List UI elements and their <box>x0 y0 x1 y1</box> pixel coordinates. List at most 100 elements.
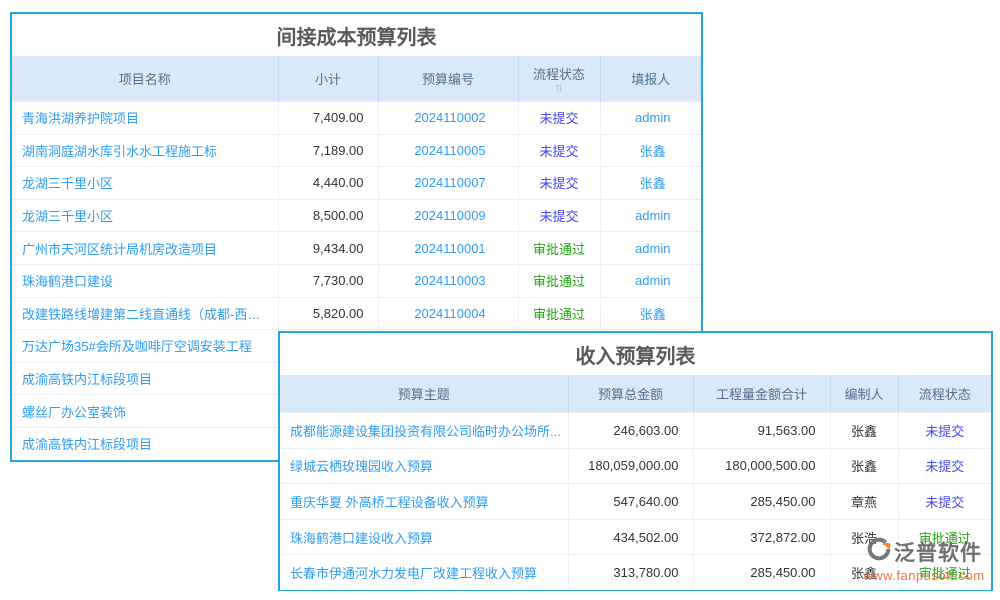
budget-subject-link[interactable]: 重庆华夏 外高桥工程设备收入预算 <box>280 484 568 520</box>
reporter-link[interactable]: 张鑫 <box>600 167 701 200</box>
column-header: 小计 <box>278 56 378 102</box>
table-row: 珠海鹤港口建设收入预算434,502.00372,872.00张浩审批通过 <box>280 519 991 555</box>
subtotal-value: 7,730.00 <box>278 264 378 297</box>
column-header: 编制人 <box>830 375 898 413</box>
quantity-amount-value: 180,000,500.00 <box>693 448 830 484</box>
column-header-label: 流程状态 <box>919 384 971 403</box>
status-badge: 未提交 <box>518 167 600 200</box>
status-badge: 未提交 <box>518 134 600 167</box>
status-badge: 审批通过 <box>518 232 600 265</box>
column-header-label: 工程量金额合计 <box>716 384 807 403</box>
subtotal-value: 5,820.00 <box>278 297 378 330</box>
column-header-label: 预算编号 <box>422 69 474 88</box>
project-name-link[interactable]: 龙湖三千里小区 <box>12 167 278 200</box>
table-row: 成都能源建设集团投资有限公司临时办公场所...246,603.0091,563.… <box>280 413 991 449</box>
status-badge: 审批通过 <box>518 297 600 330</box>
table-row: 重庆华夏 外高桥工程设备收入预算547,640.00285,450.00章燕未提… <box>280 484 991 520</box>
table-row: 龙湖三千里小区8,500.002024110009未提交admin <box>12 199 701 232</box>
column-header: 项目名称 <box>12 56 278 102</box>
reporter-link[interactable]: admin <box>600 264 701 297</box>
table-row: 湖南洞庭湖水库引水水工程施工标7,189.002024110005未提交张鑫 <box>12 134 701 167</box>
budget-no-link[interactable]: 2024110004 <box>378 297 518 330</box>
budget-no-link[interactable]: 2024110007 <box>378 167 518 200</box>
budget-no-link[interactable]: 2024110005 <box>378 134 518 167</box>
status-badge: 审批通过 <box>518 264 600 297</box>
project-name-link[interactable]: 青海洪湖养护院项目 <box>12 102 278 135</box>
compiler-name: 张鑫 <box>830 555 898 590</box>
table-row: 青海洪湖养护院项目7,409.002024110002未提交admin <box>12 102 701 135</box>
budget-no-link[interactable]: 2024110001 <box>378 232 518 265</box>
quantity-amount-value: 285,450.00 <box>693 555 830 590</box>
compiler-name: 张鑫 <box>830 448 898 484</box>
reporter-link[interactable]: admin <box>600 199 701 232</box>
table-row: 珠海鹤港口建设7,730.002024110003审批通过admin <box>12 264 701 297</box>
reporter-link[interactable]: 张鑫 <box>600 297 701 330</box>
compiler-name: 张浩 <box>830 519 898 555</box>
budget-no-link[interactable]: 2024110009 <box>378 199 518 232</box>
table-row: 广州市天河区统计局机房改造项目9,434.002024110001审批通过adm… <box>12 232 701 265</box>
subtotal-value: 4,440.00 <box>278 167 378 200</box>
total-amount-value: 246,603.00 <box>568 413 693 449</box>
status-badge: 未提交 <box>518 102 600 135</box>
total-amount-value: 547,640.00 <box>568 484 693 520</box>
table-row: 长春市伊通河水力发电厂改建工程收入预算313,780.00285,450.00张… <box>280 555 991 590</box>
quantity-amount-value: 285,450.00 <box>693 484 830 520</box>
quantity-amount-value: 372,872.00 <box>693 519 830 555</box>
project-name-link[interactable]: 珠海鹤港口建设 <box>12 264 278 297</box>
column-header: 预算总金额 <box>568 375 693 413</box>
subtotal-value: 7,189.00 <box>278 134 378 167</box>
column-header: 填报人 <box>600 56 701 102</box>
compiler-name: 章燕 <box>830 484 898 520</box>
table-row: 绿城云栖玫瑰园收入预算180,059,000.00180,000,500.00张… <box>280 448 991 484</box>
column-header-label: 项目名称 <box>119 69 171 88</box>
status-badge: 未提交 <box>898 484 991 520</box>
project-name-link[interactable]: 龙湖三千里小区 <box>12 199 278 232</box>
budget-subject-link[interactable]: 绿城云栖玫瑰园收入预算 <box>280 448 568 484</box>
column-header-label: 流程状态 <box>533 64 585 83</box>
column-header-label: 预算总金额 <box>598 384 663 403</box>
reporter-link[interactable]: 张鑫 <box>600 134 701 167</box>
project-name-link[interactable]: 湖南洞庭湖水库引水水工程施工标 <box>12 134 278 167</box>
status-badge: 未提交 <box>518 199 600 232</box>
budget-subject-link[interactable]: 珠海鹤港口建设收入预算 <box>280 519 568 555</box>
project-name-link[interactable]: 广州市天河区统计局机房改造项目 <box>12 232 278 265</box>
project-name-link[interactable]: 改建铁路线增建第二线直通线（成都-西安）电... <box>12 297 278 330</box>
column-header-label: 预算主题 <box>398 384 450 403</box>
status-badge: 未提交 <box>898 448 991 484</box>
column-header: 流程状态 <box>898 375 991 413</box>
quantity-amount-value: 91,563.00 <box>693 413 830 449</box>
header-row: 项目名称 小计 预算编号 流程状态⇅ 填报人 <box>12 56 701 102</box>
compiler-name: 张鑫 <box>830 413 898 449</box>
column-header: 预算主题 <box>280 375 568 413</box>
project-name-link[interactable]: 万达广场35#会所及咖啡厅空调安装工程 <box>12 330 278 363</box>
subtotal-value: 7,409.00 <box>278 102 378 135</box>
budget-no-link[interactable]: 2024110003 <box>378 264 518 297</box>
subtotal-value: 9,434.00 <box>278 232 378 265</box>
column-header-label: 编制人 <box>844 384 883 403</box>
table-row: 改建铁路线增建第二线直通线（成都-西安）电...5,820.0020241100… <box>12 297 701 330</box>
column-header[interactable]: 流程状态⇅ <box>518 56 600 102</box>
reporter-link[interactable]: admin <box>600 232 701 265</box>
sort-icon[interactable]: ⇅ <box>519 84 600 93</box>
income-table-title: 收入预算列表 <box>280 333 991 375</box>
column-header: 工程量金额合计 <box>693 375 830 413</box>
income-grid: 预算主题 预算总金额 工程量金额合计 编制人 流程状态 成都能源建设集团投资有限公司临时… <box>280 375 991 590</box>
column-header: 预算编号 <box>378 56 518 102</box>
budget-subject-link[interactable]: 成都能源建设集团投资有限公司临时办公场所... <box>280 413 568 449</box>
reporter-link[interactable]: admin <box>600 102 701 135</box>
project-name-link[interactable]: 螺丝厂办公室装饰 <box>12 395 278 428</box>
column-header-label: 填报人 <box>631 69 670 88</box>
column-header-label: 小计 <box>315 69 341 88</box>
project-name-link[interactable]: 成渝高铁内江标段项目 <box>12 362 278 395</box>
header-row: 预算主题 预算总金额 工程量金额合计 编制人 流程状态 <box>280 375 991 413</box>
table-row: 龙湖三千里小区4,440.002024110007未提交张鑫 <box>12 167 701 200</box>
budget-no-link[interactable]: 2024110002 <box>378 102 518 135</box>
status-badge: 审批通过 <box>898 555 991 590</box>
income-table: 收入预算列表 预算主题 预算总金额 工程量金额合计 编制人 流程状态 成都能源建设集团投… <box>278 331 993 591</box>
total-amount-value: 434,502.00 <box>568 519 693 555</box>
project-name-link[interactable]: 成渝高铁内江标段项目 <box>12 427 278 459</box>
budget-subject-link[interactable]: 长春市伊通河水力发电厂改建工程收入预算 <box>280 555 568 590</box>
status-badge: 未提交 <box>898 413 991 449</box>
subtotal-value: 8,500.00 <box>278 199 378 232</box>
total-amount-value: 180,059,000.00 <box>568 448 693 484</box>
